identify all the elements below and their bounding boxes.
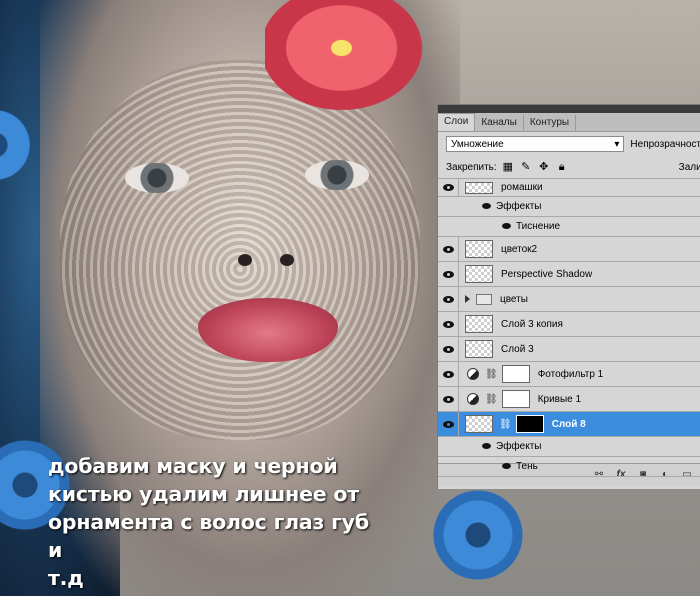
adjustment-row[interactable]: ⛓ Фотофильтр 1 xyxy=(438,362,700,387)
caption-line: орнамента с волос глаз губ и xyxy=(48,510,369,562)
tab-paths[interactable]: Контуры xyxy=(524,115,577,131)
eye-icon xyxy=(442,295,454,303)
lock-pixels-icon[interactable]: ✎ xyxy=(521,162,531,173)
blue-flower-bottom xyxy=(433,490,523,580)
visibility-toggle[interactable] xyxy=(438,237,459,261)
fill-label: Залив xyxy=(678,161,700,173)
layer-thumbnail xyxy=(465,240,493,258)
layer-name: Фотофильтр 1 xyxy=(537,368,604,380)
tutorial-caption: добавим маску и черной кистью удалим лиш… xyxy=(48,452,378,592)
caption-line: кистью удалим лишнее от xyxy=(48,482,359,506)
effects-row[interactable]: Эффекты xyxy=(438,437,700,457)
eye-icon xyxy=(442,184,454,191)
group-row[interactable]: цветы xyxy=(438,287,700,312)
lock-label: Закрепить: xyxy=(446,161,497,173)
eye-icon[interactable] xyxy=(482,443,491,449)
visibility-toggle[interactable] xyxy=(438,387,459,411)
right-eye xyxy=(305,160,369,190)
visibility-toggle[interactable] xyxy=(438,412,459,436)
visibility-toggle[interactable] xyxy=(438,312,459,336)
eye-icon xyxy=(442,420,454,428)
layer-name: цветок2 xyxy=(501,243,538,255)
layer-name: ромашки xyxy=(501,182,543,193)
layer-name: Слой 3 xyxy=(501,343,534,355)
layer-row[interactable]: цветок2 xyxy=(438,237,700,262)
nostril-left xyxy=(238,254,252,266)
layer-row[interactable]: Слой 3 копия xyxy=(438,312,700,337)
eye-icon[interactable] xyxy=(502,463,511,469)
opacity-label: Непрозрачност xyxy=(630,138,700,150)
tab-layers[interactable]: Слои xyxy=(438,113,476,131)
layer-thumbnail xyxy=(465,265,493,283)
caption-line: т.д xyxy=(48,566,84,590)
eye-icon[interactable] xyxy=(482,203,491,209)
effects-row[interactable]: Эффекты xyxy=(438,197,700,217)
lock-position-icon[interactable]: ✥ xyxy=(539,162,549,173)
layer-mask-thumbnail[interactable] xyxy=(501,390,530,408)
eye-icon[interactable] xyxy=(502,223,511,229)
adjustment-row[interactable]: ⛓ Кривые 1 xyxy=(438,387,700,412)
layer-thumbnail xyxy=(465,415,493,433)
layer-row[interactable]: Слой 3 xyxy=(438,337,700,362)
eye-icon xyxy=(442,395,454,403)
visibility-toggle[interactable] xyxy=(438,179,459,196)
blend-mode-value: Умножение xyxy=(451,138,504,150)
effect-label: Тень xyxy=(502,461,538,472)
lock-row: Закрепить: ▦ ✎ ✥ 🔒︎ Залив xyxy=(438,156,700,179)
visibility-toggle[interactable] xyxy=(438,287,459,311)
adjustment-icon xyxy=(467,368,479,380)
layers-list: ромашки Эффекты Тиснение цветок2 Perspec… xyxy=(438,179,700,477)
eye-icon xyxy=(442,370,454,378)
folder-icon xyxy=(476,293,492,305)
blend-row: Умножение ▾ Непрозрачност xyxy=(438,132,700,156)
tab-channels[interactable]: Каналы xyxy=(475,115,524,131)
effect-row[interactable]: Тиснение xyxy=(438,217,700,237)
panel-title-bar[interactable] xyxy=(438,105,700,113)
layer-thumbnail xyxy=(465,315,493,333)
blend-mode-select[interactable]: Умножение ▾ xyxy=(446,136,625,152)
layer-row[interactable]: ромашки xyxy=(438,179,700,197)
red-lily-flower xyxy=(265,0,435,120)
layer-name: Слой 3 копия xyxy=(501,318,563,330)
effects-label: Эффекты xyxy=(482,201,541,212)
nostril-right xyxy=(280,254,294,266)
panel-tabs: Слои Каналы Контуры xyxy=(438,113,700,132)
visibility-toggle[interactable] xyxy=(438,262,459,286)
expand-triangle-icon[interactable] xyxy=(465,295,470,303)
layer-mask-thumbnail[interactable] xyxy=(515,415,544,433)
lock-transparency-icon[interactable]: ▦ xyxy=(503,162,513,173)
eye-icon xyxy=(442,270,454,278)
layer-name: Кривые 1 xyxy=(537,393,582,405)
layer-row[interactable]: Perspective Shadow xyxy=(438,262,700,287)
left-eye xyxy=(125,163,189,193)
layer-name: Perspective Shadow xyxy=(501,268,593,280)
link-icon: ⛓ xyxy=(499,418,512,430)
effect-row[interactable]: Тень xyxy=(438,457,700,477)
eye-icon xyxy=(442,345,454,353)
link-icon: ⛓ xyxy=(485,368,498,380)
eye-icon xyxy=(442,245,454,253)
effects-label: Эффекты xyxy=(482,441,541,452)
layer-mask-thumbnail[interactable] xyxy=(501,365,530,383)
lock-all-icon[interactable]: 🔒︎ xyxy=(557,162,567,173)
group-name: цветы xyxy=(500,293,528,305)
chevron-down-icon: ▾ xyxy=(614,138,620,150)
layer-thumbnail xyxy=(465,340,493,358)
layer-thumbnail xyxy=(465,181,493,194)
adjustment-icon xyxy=(467,393,479,405)
caption-line: добавим маску и черной xyxy=(48,454,338,478)
visibility-toggle[interactable] xyxy=(438,362,459,386)
link-icon: ⛓ xyxy=(485,393,498,405)
layers-panel: Слои Каналы Контуры Умножение ▾ Непрозра… xyxy=(437,104,700,489)
layer-name: Слой 8 xyxy=(551,418,586,430)
eye-icon xyxy=(442,320,454,328)
layer-row-selected[interactable]: ⛓ Слой 8 xyxy=(438,412,700,437)
effect-label: Тиснение xyxy=(502,221,560,232)
visibility-toggle[interactable] xyxy=(438,337,459,361)
